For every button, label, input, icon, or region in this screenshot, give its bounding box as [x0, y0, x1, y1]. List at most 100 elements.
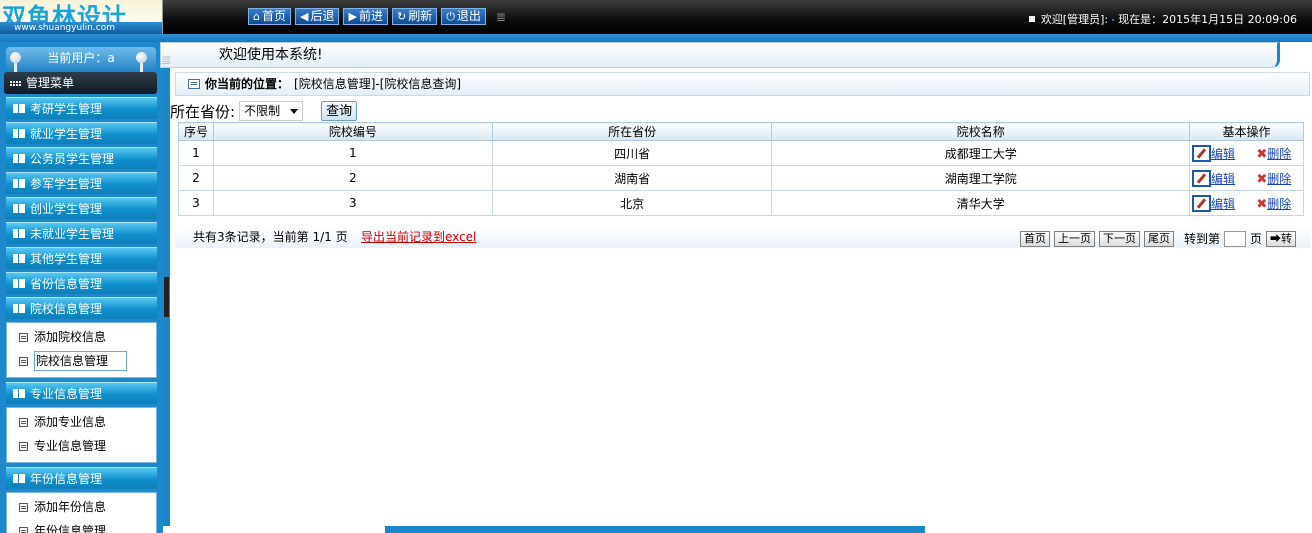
- top-bar: 双鱼林设计 www.shuangyulin.com ⌂ 首页 ◀ 后退 ▶ 前进…: [0, 0, 1312, 34]
- sidebar: 当前用户：a 管理菜单 考研学生管理 就业学生管理 公务员学生管理 参军学生管理…: [0, 42, 163, 533]
- go-button[interactable]: ➡转: [1266, 231, 1296, 247]
- sidebar-subitem-manage-school[interactable]: 院校信息管理: [7, 349, 156, 373]
- delete-link[interactable]: 删除: [1267, 197, 1291, 211]
- refresh-button[interactable]: ↻ 刷新: [391, 8, 438, 25]
- next-page-button[interactable]: 下一页: [1098, 231, 1140, 247]
- book-icon: [13, 229, 25, 238]
- back-button[interactable]: ◀ 后退: [295, 8, 340, 25]
- back-icon: ◀: [300, 10, 309, 23]
- sidebar-item-jiuye[interactable]: 就业学生管理: [6, 122, 157, 144]
- header-welcome: 欢迎[管理员]:: [1040, 13, 1109, 26]
- document-icon: [19, 417, 28, 427]
- col-code: 院校编号: [212, 122, 493, 141]
- forward-icon: ▶: [348, 10, 357, 23]
- sidebar-item-qita[interactable]: 其他学生管理: [6, 247, 157, 269]
- sidebar-subitem-add-year[interactable]: 添加年份信息: [7, 495, 156, 519]
- submenu-yuanxiao: 添加院校信息 院校信息管理: [6, 322, 157, 378]
- delete-link[interactable]: 删除: [1267, 147, 1291, 161]
- book-icon: [13, 389, 25, 398]
- query-button[interactable]: 查询: [321, 101, 358, 121]
- sidebar-group-nianfen[interactable]: 年份信息管理: [6, 467, 157, 489]
- sidebar-item-weijiuye[interactable]: 未就业学生管理: [6, 222, 157, 244]
- pager-info: 共有3条记录，当前第 1/1 页: [193, 230, 348, 244]
- book-icon: [13, 254, 25, 263]
- document-icon: [19, 502, 28, 512]
- delete-icon[interactable]: ✖: [1256, 172, 1267, 187]
- col-ops: 基本操作: [1189, 122, 1304, 141]
- document-icon: [19, 356, 28, 366]
- sidebar-splitter[interactable]: [163, 42, 170, 533]
- sidebar-item-gongwuyuan[interactable]: 公务员学生管理: [6, 147, 157, 169]
- collapse-handle[interactable]: [164, 277, 169, 317]
- sidebar-item-canjun[interactable]: 参军学生管理: [6, 172, 157, 194]
- power-icon: ⏻: [446, 10, 455, 23]
- sidebar-item-kaoyan[interactable]: 考研学生管理: [6, 97, 157, 119]
- table-row: 1 1 四川省 成都理工大学 编辑 ✖删除: [178, 140, 1304, 166]
- edit-link[interactable]: 编辑: [1211, 197, 1235, 211]
- chevron-down-icon: [290, 109, 299, 114]
- location-icon: [188, 79, 200, 89]
- logo: 双鱼林设计 www.shuangyulin.com: [0, 0, 163, 34]
- refresh-icon: ↻: [396, 10, 407, 23]
- page-unit-label: 页: [1249, 232, 1262, 246]
- sidebar-item-shengfen[interactable]: 省份信息管理: [6, 272, 157, 294]
- menu-header: 管理菜单: [4, 72, 157, 94]
- logout-button[interactable]: ⏻ 退出: [441, 8, 486, 25]
- edit-icon[interactable]: [1192, 169, 1212, 187]
- delete-icon[interactable]: ✖: [1256, 147, 1267, 162]
- square-bullet-icon: [1028, 16, 1035, 22]
- submenu-zhuanye: 添加专业信息 专业信息管理: [6, 407, 157, 463]
- book-icon: [13, 304, 25, 313]
- goto-page-input[interactable]: [1223, 231, 1246, 247]
- book-icon: [13, 104, 25, 113]
- province-select[interactable]: 不限制: [239, 101, 304, 121]
- col-province: 所在省份: [491, 122, 773, 141]
- edit-icon[interactable]: [1192, 194, 1212, 212]
- export-excel-link[interactable]: 导出当前记录到excel: [361, 226, 476, 248]
- book-icon: [13, 474, 25, 483]
- sidebar-subitem-manage-major[interactable]: 专业信息管理: [7, 434, 156, 458]
- sidebar-subitem-add-school[interactable]: 添加院校信息: [7, 325, 156, 349]
- col-name: 院校名称: [771, 122, 1191, 141]
- logo-url: www.shuangyulin.com: [14, 23, 115, 33]
- book-icon: [13, 279, 25, 288]
- sidebar-group-zhuanye[interactable]: 专业信息管理: [6, 382, 157, 404]
- first-page-button[interactable]: 首页: [1019, 231, 1050, 247]
- home-button[interactable]: ⌂ 首页: [248, 8, 291, 25]
- sidebar-subitem-add-major[interactable]: 添加专业信息: [7, 410, 156, 434]
- welcome-text: 欢迎使用本系统!: [219, 47, 323, 63]
- home-icon: ⌂: [253, 10, 260, 23]
- pager-buttons: 首页 上一页 下一页 尾页 转到第 页 ➡转: [1019, 228, 1296, 250]
- sidebar-group-yuanxiao[interactable]: 院校信息管理: [6, 297, 157, 319]
- document-icon: [19, 441, 28, 451]
- breadcrumb-path: [院校信息管理]-[院校信息查询]: [294, 77, 462, 91]
- breadcrumb: 你当前的位置： [院校信息管理]-[院校信息查询]: [175, 72, 1310, 96]
- delete-link[interactable]: 删除: [1267, 172, 1291, 186]
- table-header: 序号 院校编号 所在省份 院校名称 基本操作: [178, 122, 1304, 141]
- book-icon: [13, 179, 25, 188]
- sidebar-item-chuangye[interactable]: 创业学生管理: [6, 197, 157, 219]
- welcome-bar: ≣ 欢迎使用本系统!: [160, 42, 1280, 68]
- edit-link[interactable]: 编辑: [1211, 172, 1235, 186]
- forward-button[interactable]: ▶ 前进: [343, 8, 388, 25]
- menu-list: 考研学生管理 就业学生管理 公务员学生管理 参军学生管理 创业学生管理 未就业学…: [6, 97, 157, 533]
- edit-icon[interactable]: [1192, 144, 1212, 162]
- prev-page-button[interactable]: 上一页: [1053, 231, 1095, 247]
- last-page-button[interactable]: 尾页: [1143, 231, 1174, 247]
- goto-label: 转到第: [1183, 232, 1220, 246]
- table-row: 3 3 北京 清华大学 编辑 ✖删除: [178, 190, 1304, 216]
- delete-icon[interactable]: ✖: [1256, 197, 1267, 212]
- sidebar-subitem-manage-year[interactable]: 年份信息管理: [7, 519, 156, 533]
- header-status: 欢迎[管理员]: 现在是：2015年1月15日 20:09:06: [1028, 11, 1297, 27]
- main-content: ≣ 欢迎使用本系统! 你当前的位置： [院校信息管理]-[院校信息查询] 所在省…: [160, 42, 1312, 528]
- col-no: 序号: [178, 122, 214, 141]
- filter-row: 所在省份: 不限制 查询: [170, 100, 358, 122]
- breadcrumb-label: 你当前的位置：: [205, 77, 290, 91]
- document-icon: [19, 332, 28, 342]
- grid-icon: [10, 80, 21, 86]
- book-icon: [13, 204, 25, 213]
- document-icon: [19, 526, 28, 533]
- school-table: 序号 院校编号 所在省份 院校名称 基本操作 1 1 四川省 成都理工大学 编辑…: [178, 122, 1304, 216]
- book-icon: [13, 129, 25, 138]
- edit-link[interactable]: 编辑: [1211, 147, 1235, 161]
